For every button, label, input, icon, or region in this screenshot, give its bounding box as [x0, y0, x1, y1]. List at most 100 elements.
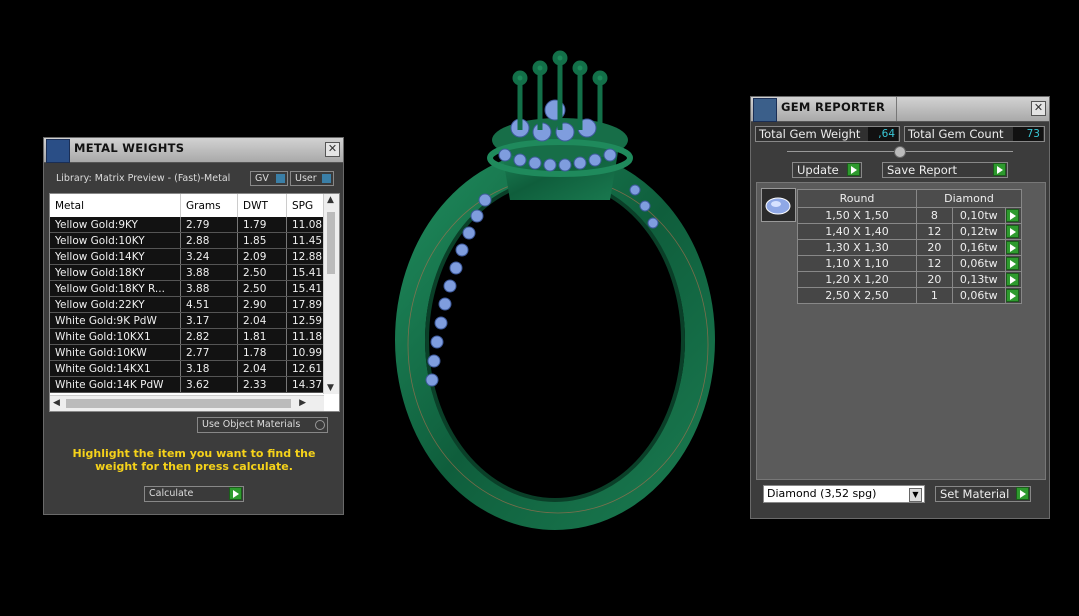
user-label: User [295, 173, 317, 184]
dwt-cell: 2.90 [237, 296, 287, 313]
table-row[interactable]: Yellow Gold:10KY 2.88 1.85 11.45 [50, 232, 329, 249]
library-label: Library: Matrix Preview - (Fast)-Metal [56, 173, 231, 184]
total-gem-count-label: Total Gem Count [908, 127, 1004, 141]
user-toggle[interactable]: User [290, 171, 334, 186]
spg-cell: 17.89 [286, 296, 329, 313]
column-header[interactable]: Grams [180, 194, 238, 217]
select-gem-button[interactable] [1004, 255, 1023, 272]
gem-reporter-titlebar[interactable]: GEM REPORTER ✕ [751, 97, 1049, 122]
update-label: Update [797, 163, 839, 177]
dwt-cell: 2.04 [237, 312, 287, 329]
table-row[interactable]: White Gold:14K PdW 3.62 2.33 14.37 [50, 376, 329, 393]
dwt-cell: 1.85 [237, 232, 287, 249]
table-row[interactable]: Yellow Gold:22KY 4.51 2.90 17.89 [50, 296, 329, 313]
set-material-button[interactable]: Set Material [935, 486, 1031, 502]
panel-title: GEM REPORTER [781, 100, 886, 114]
select-gem-button[interactable] [1004, 223, 1023, 240]
play-arrow-icon [1005, 289, 1019, 302]
spg-cell: 15.41 [286, 280, 329, 297]
column-header[interactable]: DWT [237, 194, 287, 217]
calculate-label: Calculate [149, 488, 194, 499]
select-gem-button[interactable] [1004, 287, 1023, 304]
scroll-right-icon[interactable]: ▶ [299, 398, 306, 408]
stone-header: Diamond [916, 189, 1022, 208]
metal-cell: Yellow Gold:18KY [50, 264, 181, 281]
round-diamond-icon[interactable] [761, 188, 796, 222]
table-row[interactable]: White Gold:14KX1 3.18 2.04 12.61 [50, 360, 329, 377]
count-cell: 20 [916, 271, 953, 288]
table-row[interactable]: White Gold:10KX1 2.82 1.81 11.18 [50, 328, 329, 345]
gv-indicator-icon [276, 174, 285, 183]
gem-row[interactable]: 1,30 X 1,30 20 0,16tw [797, 239, 1023, 256]
size-cell: 1,30 X 1,30 [797, 239, 917, 256]
play-arrow-icon [1016, 487, 1029, 500]
save-report-button[interactable]: Save Report [882, 162, 1008, 178]
total-gem-count-value: 73 [1013, 127, 1043, 141]
metal-weights-app-icon [46, 139, 70, 163]
play-arrow-icon [847, 163, 860, 176]
metal-cell: White Gold:10KX1 [50, 328, 181, 345]
play-arrow-icon [229, 487, 242, 500]
size-cell: 1,10 X 1,10 [797, 255, 917, 272]
select-gem-button[interactable] [1004, 239, 1023, 256]
gem-row[interactable]: 1,20 X 1,20 20 0,13tw [797, 271, 1023, 288]
column-header[interactable]: SPG [286, 194, 329, 217]
ring-3d-render[interactable] [380, 40, 740, 530]
play-arrow-icon [1005, 209, 1019, 222]
column-header[interactable]: Metal [50, 194, 181, 217]
count-cell: 12 [916, 223, 953, 240]
size-cell: 2,50 X 2,50 [797, 287, 917, 304]
spg-cell: 14.37 [286, 376, 329, 393]
metal-weights-titlebar[interactable]: METAL WEIGHTS ✕ [44, 138, 343, 163]
total-gem-weight-value: ,64 [868, 127, 898, 141]
slider-handle[interactable] [894, 146, 906, 158]
calculate-button[interactable]: Calculate [144, 486, 244, 502]
table-row[interactable]: Yellow Gold:18KY 3.88 2.50 15.41 [50, 264, 329, 281]
scroll-thumb[interactable] [66, 399, 291, 408]
gv-toggle[interactable]: GV [250, 171, 288, 186]
select-gem-button[interactable] [1004, 207, 1023, 224]
material-select[interactable]: Diamond (3,52 spg) ▼ [763, 485, 925, 503]
scroll-down-icon[interactable]: ▼ [327, 383, 334, 393]
table-row[interactable]: Yellow Gold:14KY 3.24 2.09 12.88 [50, 248, 329, 265]
save-report-label: Save Report [887, 163, 958, 177]
table-row[interactable]: Yellow Gold:18KY R... 3.88 2.50 15.41 [50, 280, 329, 297]
close-icon[interactable]: ✕ [1031, 101, 1046, 116]
use-object-materials-checkbox[interactable]: Use Object Materials [197, 417, 328, 433]
dwt-cell: 2.50 [237, 264, 287, 281]
table-row[interactable]: White Gold:10KW 2.77 1.78 10.99 [50, 344, 329, 361]
metal-cell: White Gold:9K PdW [50, 312, 181, 329]
carat-cell: 0,12tw [951, 223, 1006, 240]
carat-cell: 0,06tw [951, 255, 1006, 272]
scroll-left-icon[interactable]: ◀ [53, 398, 60, 408]
spg-cell: 12.59 [286, 312, 329, 329]
grams-cell: 3.24 [180, 248, 238, 265]
scroll-up-icon[interactable]: ▲ [327, 195, 334, 205]
vertical-scrollbar[interactable]: ▲ ▼ [323, 194, 339, 394]
table-row[interactable]: White Gold:9K PdW 3.17 2.04 12.59 [50, 312, 329, 329]
play-arrow-icon [1005, 241, 1019, 254]
use-object-materials-label: Use Object Materials [202, 419, 301, 430]
close-icon[interactable]: ✕ [325, 142, 340, 157]
select-gem-button[interactable] [1004, 271, 1023, 288]
gem-header-row: Round Diamond [797, 189, 1022, 208]
grams-cell: 2.88 [180, 232, 238, 249]
size-cell: 1,40 X 1,40 [797, 223, 917, 240]
scroll-thumb[interactable] [327, 212, 335, 274]
chevron-down-icon[interactable]: ▼ [909, 488, 922, 502]
table-header-row: Metal Grams DWT SPG [50, 194, 329, 217]
grams-cell: 2.79 [180, 217, 238, 233]
update-button[interactable]: Update [792, 162, 862, 178]
count-cell: 1 [916, 287, 953, 304]
total-gem-weight-field: Total Gem Weight ,64 [755, 126, 900, 142]
gem-row[interactable]: 1,10 X 1,10 12 0,06tw [797, 255, 1023, 272]
grams-cell: 3.62 [180, 376, 238, 393]
gem-row[interactable]: 2,50 X 2,50 1 0,06tw [797, 287, 1023, 304]
gem-row[interactable]: 1,40 X 1,40 12 0,12tw [797, 223, 1023, 240]
horizontal-scrollbar[interactable]: ◀ ▶ [50, 395, 324, 411]
dwt-cell: 1.78 [237, 344, 287, 361]
gem-row[interactable]: 1,50 X 1,50 8 0,10tw [797, 207, 1023, 224]
size-cell: 1,50 X 1,50 [797, 207, 917, 224]
metal-table[interactable]: Metal Grams DWT SPG Yellow Gold:9KY 2.79 1… [49, 193, 340, 412]
table-row[interactable]: Yellow Gold:9KY 2.79 1.79 11.08 [50, 217, 329, 233]
